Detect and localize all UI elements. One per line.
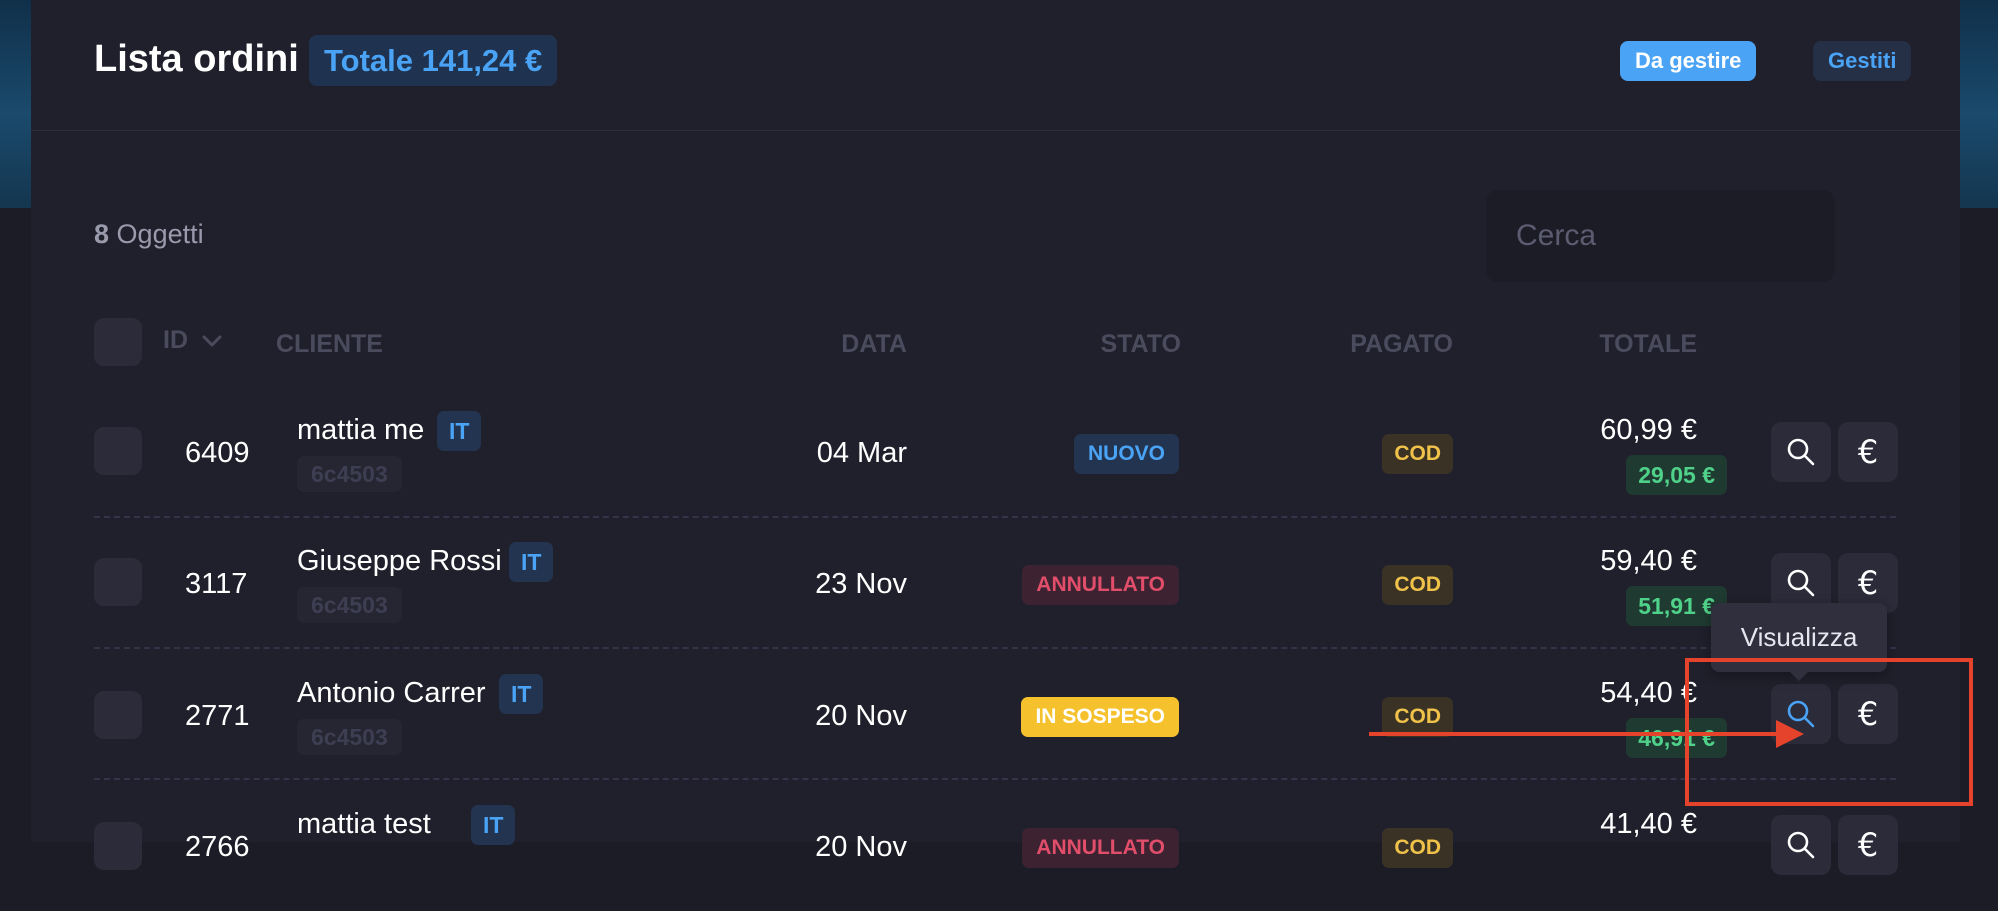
payment-button[interactable]: € (1838, 815, 1898, 875)
euro-icon: € (1857, 826, 1879, 864)
orders-panel: Lista ordini Totale 141,24 € Da gestire … (31, 0, 1960, 875)
row-checkbox[interactable] (94, 822, 142, 870)
column-header-date: DATA (841, 330, 907, 358)
item-count-value: 8 (94, 219, 110, 249)
order-id: 2766 (185, 831, 250, 863)
country-badge: IT (499, 674, 544, 714)
column-header-total: TOTALE (1599, 330, 1697, 358)
table-row[interactable]: 6409 mattia me IT 6c4503 04 Mar NUOVO CO… (31, 387, 1960, 518)
table-row[interactable]: 2766 mattia test IT 20 Nov ANNULLATO COD… (31, 780, 1960, 911)
payment-badge: COD (1382, 565, 1453, 605)
search-icon (1787, 569, 1815, 597)
filter-managed-button[interactable]: Gestiti (1813, 41, 1912, 81)
search-input[interactable] (1486, 190, 1835, 282)
item-count-label: Oggetti (116, 219, 204, 249)
order-date: 20 Nov (815, 700, 907, 732)
column-header-status: STATO (1100, 330, 1181, 358)
column-header-customer: CLIENTE (276, 330, 383, 358)
order-id: 2771 (185, 700, 250, 732)
euro-icon: € (1857, 433, 1879, 471)
row-checkbox[interactable] (94, 558, 142, 606)
payment-button[interactable]: € (1838, 422, 1898, 482)
order-ref-badge: 6c4503 (297, 719, 402, 755)
status-badge: ANNULLATO (1022, 565, 1179, 605)
country-badge: IT (471, 805, 516, 845)
page-title: Lista ordini (94, 38, 299, 80)
order-date: 04 Mar (816, 437, 907, 469)
table-row[interactable]: 2771 Antonio Carrer IT 6c4503 20 Nov IN … (31, 649, 1960, 780)
select-all-checkbox[interactable] (94, 318, 142, 366)
row-checkbox[interactable] (94, 427, 142, 475)
total-badge: Totale 141,24 € (309, 35, 558, 86)
panel-header: Lista ordini Totale 141,24 € Da gestire … (31, 0, 1960, 131)
euro-icon: € (1857, 564, 1879, 602)
search-icon (1787, 831, 1815, 859)
annotation-arrow-head (1776, 720, 1804, 748)
order-id: 6409 (185, 437, 250, 469)
column-header-id-label: ID (163, 326, 188, 354)
payment-badge: COD (1382, 828, 1453, 868)
order-total: 54,40 € (1600, 677, 1697, 709)
view-order-button[interactable] (1771, 422, 1831, 482)
table-row[interactable]: 3117 Giuseppe Rossi IT 6c4503 23 Nov ANN… (31, 518, 1960, 649)
country-badge: IT (509, 542, 554, 582)
item-count: 8 Oggetti (94, 219, 204, 250)
order-total: 59,40 € (1600, 545, 1697, 577)
status-badge: ANNULLATO (1022, 828, 1179, 868)
row-checkbox[interactable] (94, 691, 142, 739)
status-badge: IN SOSPESO (1021, 697, 1179, 737)
filter-to-manage-button[interactable]: Da gestire (1620, 41, 1757, 81)
customer-name[interactable]: mattia me (297, 414, 424, 447)
order-total: 60,99 € (1600, 414, 1697, 446)
order-id: 3117 (185, 568, 248, 600)
annotation-arrow-line (1369, 732, 1779, 736)
status-badge: NUOVO (1073, 434, 1179, 474)
order-ref-badge: 6c4503 (297, 456, 402, 492)
customer-name[interactable]: Giuseppe Rossi (297, 545, 502, 578)
order-date: 20 Nov (815, 831, 907, 863)
customer-name[interactable]: Antonio Carrer (297, 677, 486, 710)
order-date: 23 Nov (815, 568, 907, 600)
order-total: 41,40 € (1600, 808, 1697, 840)
order-ref-badge: 6c4503 (297, 587, 402, 623)
margin-badge: 29,05 € (1626, 455, 1727, 495)
column-header-id[interactable]: ID (163, 326, 223, 355)
payment-badge: COD (1382, 434, 1453, 474)
view-order-button[interactable] (1771, 815, 1831, 875)
customer-name[interactable]: mattia test (297, 808, 431, 841)
country-badge: IT (437, 411, 482, 451)
search-icon (1787, 438, 1815, 466)
column-header-paid: PAGATO (1350, 330, 1453, 358)
payment-badge: COD (1382, 697, 1453, 737)
chevron-down-icon (202, 335, 222, 347)
